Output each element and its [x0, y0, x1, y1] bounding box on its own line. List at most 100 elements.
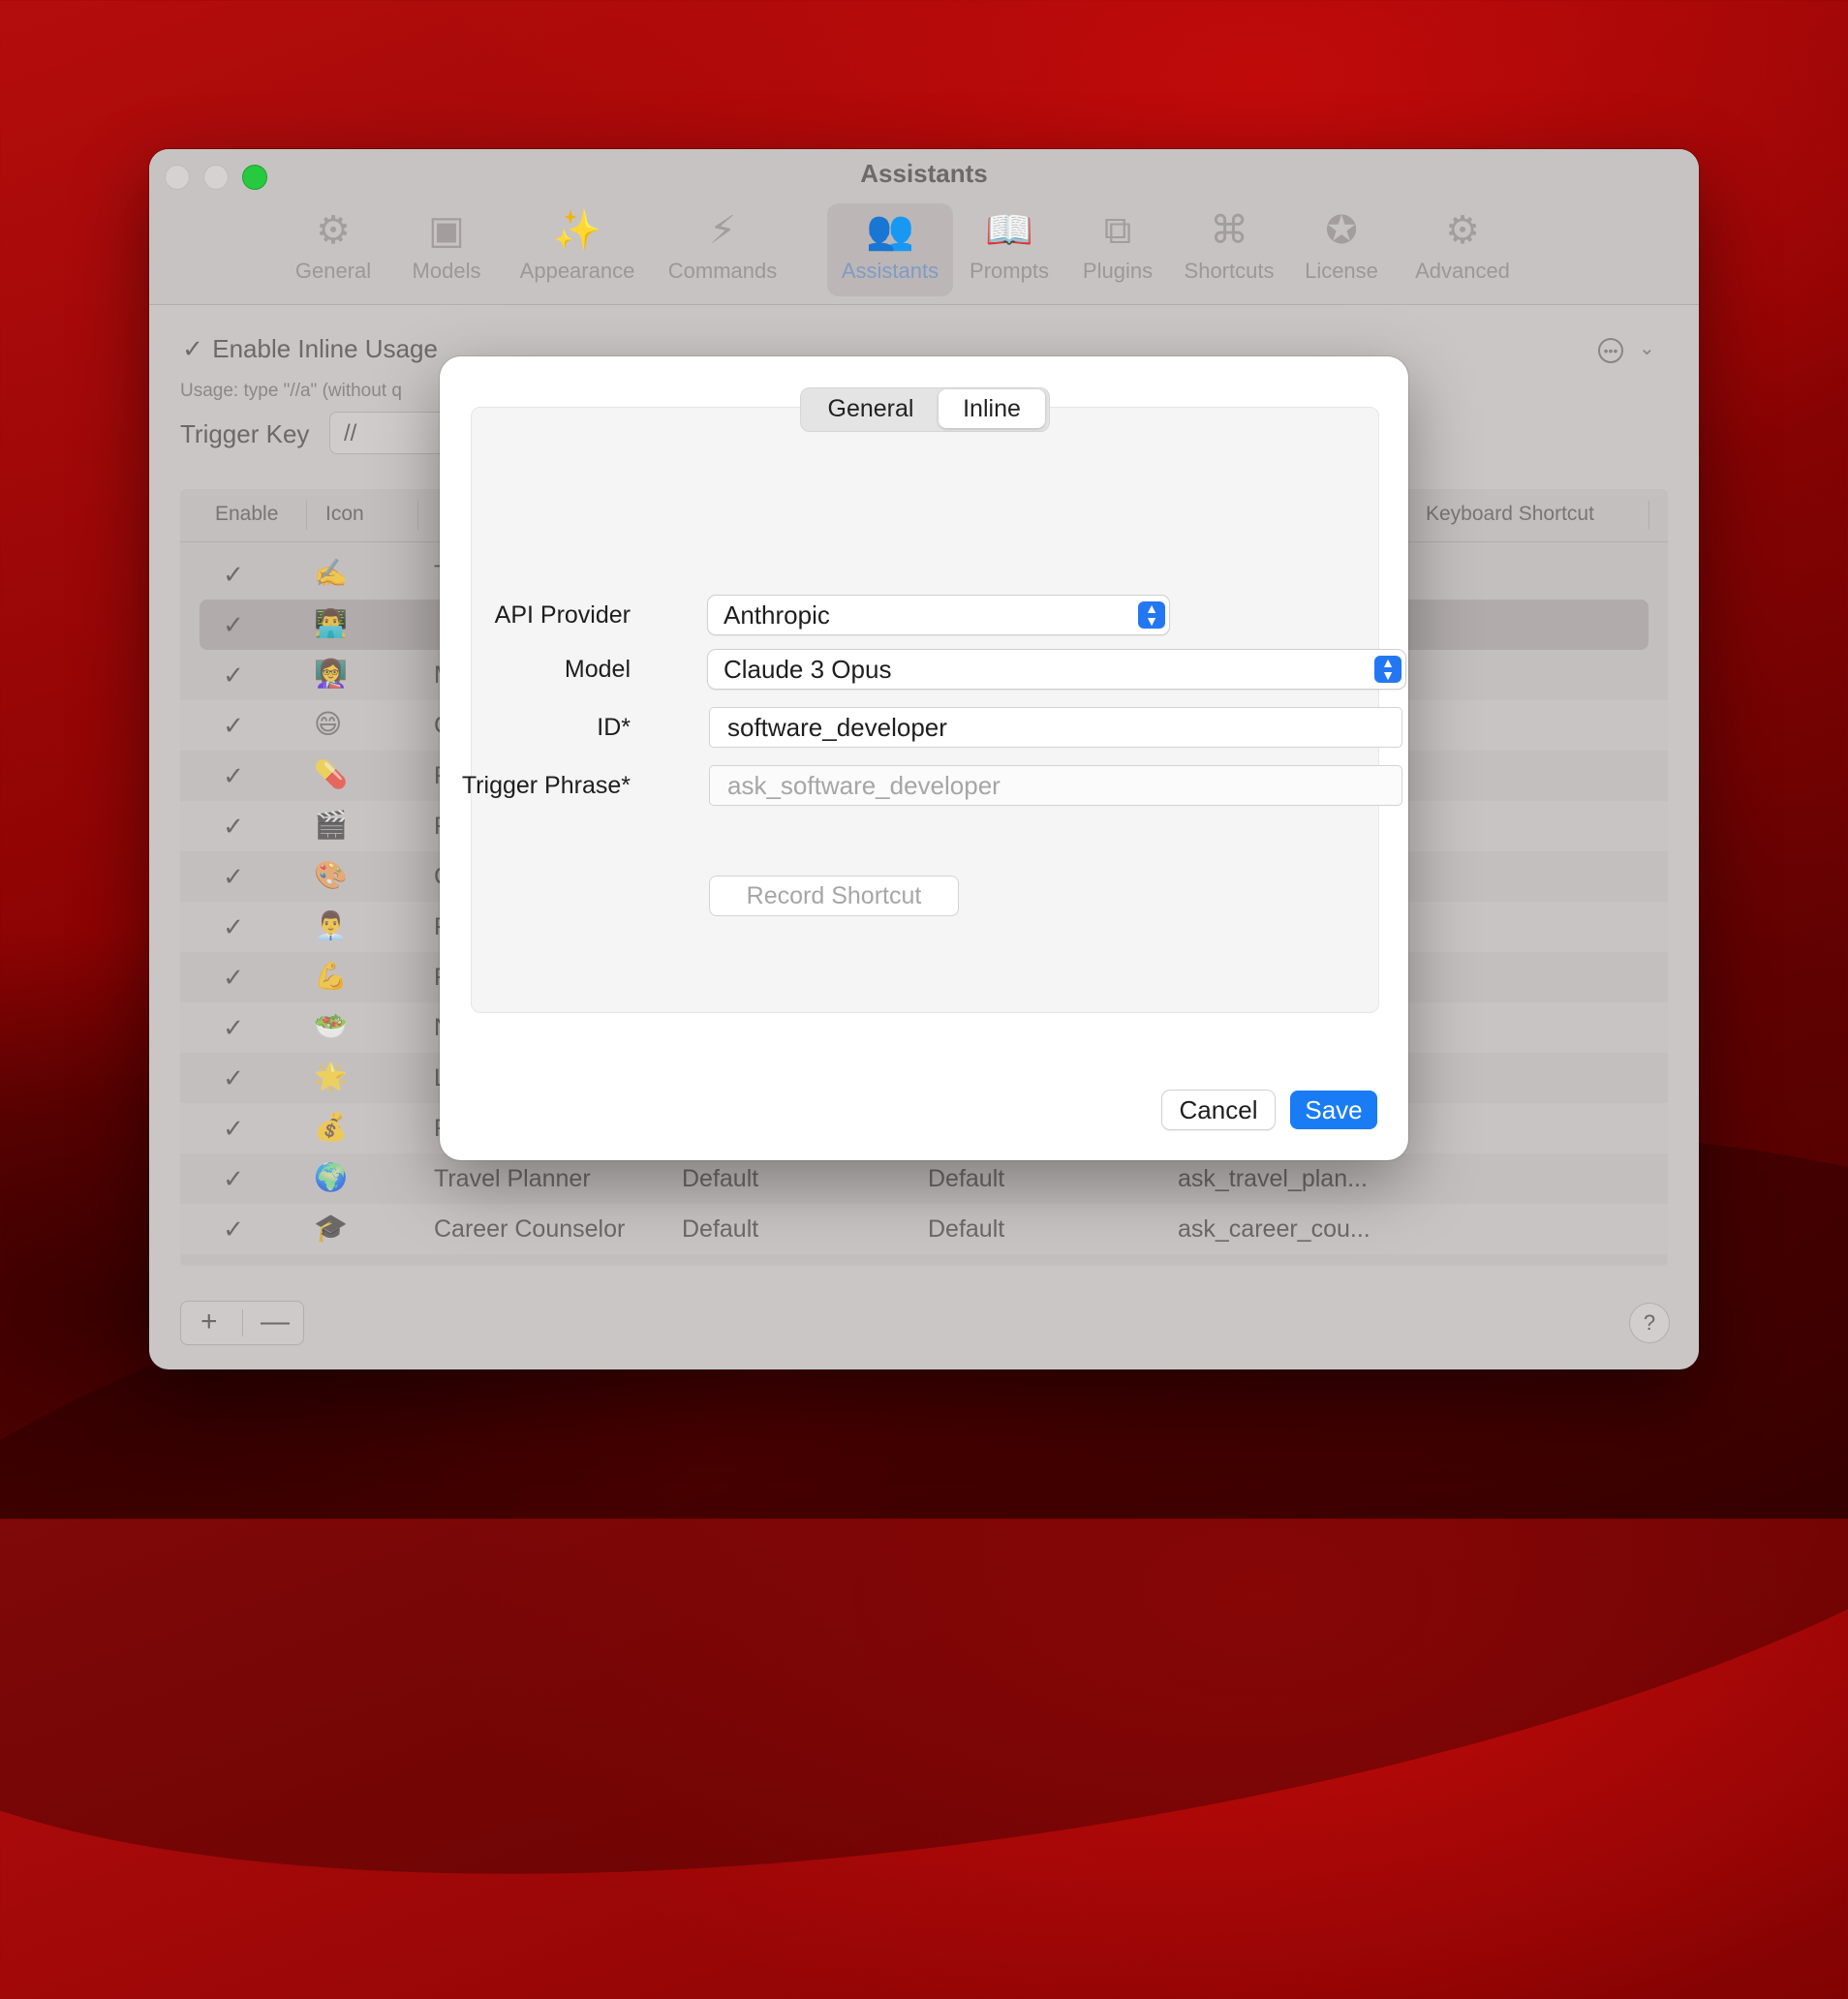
id-field[interactable]: software_developer — [710, 708, 1401, 747]
enable-checkbox[interactable]: ✓ — [221, 612, 246, 637]
enable-inline-usage-row[interactable]: ✓ Enable Inline Usage — [180, 334, 438, 364]
tab-label: Plugins — [1082, 259, 1154, 283]
tab-advanced[interactable]: ⚙ Advanced — [1404, 203, 1521, 296]
model-cell: Default — [928, 1215, 1005, 1243]
table-row[interactable]: ✓ 🎓 Career Counselor Default Default ask_care… — [180, 1204, 1668, 1254]
chevron-down-icon[interactable]: ⌄ — [1639, 336, 1655, 360]
book-icon: 📖 — [985, 209, 1033, 252]
api-provider-popup[interactable]: Anthropic ▲ ▼ — [708, 596, 1169, 634]
provider-cell: Default — [682, 1215, 759, 1243]
column-divider — [306, 501, 307, 530]
column-divider — [417, 501, 418, 530]
tab-shortcuts[interactable]: ⌘ Shortcuts — [1176, 203, 1282, 296]
assistant-icon: 🌍 — [314, 1162, 348, 1192]
save-button[interactable]: Save — [1290, 1091, 1377, 1129]
tab-assistants[interactable]: 👥 Assistants — [827, 203, 953, 296]
column-divider — [1648, 501, 1649, 530]
assistant-icon: ✍️ — [314, 558, 348, 588]
enable-checkbox[interactable]: ✓ — [221, 1166, 246, 1191]
usage-hint: Usage: type "//a" (without q — [180, 381, 402, 401]
enable-checkbox[interactable]: ✓ — [221, 1116, 246, 1141]
help-button[interactable]: ? — [1629, 1303, 1670, 1343]
add-assistant-button[interactable]: + — [200, 1306, 218, 1338]
tab-license[interactable]: ✪ License — [1298, 203, 1385, 296]
updown-arrows-icon: ▲ ▼ — [1138, 601, 1165, 629]
record-shortcut-button[interactable]: Record Shortcut — [710, 876, 958, 915]
tab-label: General — [294, 259, 372, 283]
puzzle-icon: ⧉ — [1103, 209, 1132, 252]
assistant-icon: 🎨 — [314, 860, 348, 890]
api-provider-label: API Provider — [494, 601, 631, 629]
assistant-icon: 👨‍💼 — [314, 910, 348, 940]
checkmark-icon[interactable]: ✓ — [180, 336, 205, 361]
tab-label: Models — [412, 259, 481, 283]
tab-appearance[interactable]: ✨ Appearance — [509, 203, 645, 296]
tab-general[interactable]: ⚙ General — [285, 203, 382, 296]
control-divider — [242, 1309, 243, 1337]
enable-checkbox[interactable]: ✓ — [221, 713, 246, 738]
enable-checkbox[interactable]: ✓ — [221, 662, 246, 688]
enable-checkbox[interactable]: ✓ — [221, 864, 246, 889]
model-label: Model — [564, 656, 631, 683]
edit-assistant-dialog: API Provider Anthropic ▲ ▼ Model Claude 3… — [440, 356, 1408, 1160]
enable-checkbox[interactable]: ✓ — [221, 1065, 246, 1091]
people-icon: 👥 — [866, 209, 914, 252]
assistant-icon: 💪 — [314, 961, 348, 991]
tab-plugins[interactable]: ⧉ Plugins — [1077, 203, 1158, 296]
enable-checkbox[interactable]: ✓ — [221, 814, 246, 839]
trigger-key-popup[interactable]: // — [329, 412, 446, 454]
assistant-icon: 🎬 — [314, 810, 348, 840]
gear-icon: ⚙ — [316, 209, 351, 252]
tab-label: Assistants — [841, 259, 939, 283]
dialog-tab-general[interactable]: General — [805, 388, 937, 431]
chip-icon: ▣ — [428, 209, 465, 252]
enable-checkbox[interactable]: ✓ — [221, 562, 246, 587]
assistant-icon: 💊 — [314, 759, 348, 789]
bolt-icon: ⚡ — [708, 209, 737, 252]
enable-checkbox[interactable]: ✓ — [221, 914, 246, 939]
trigger-phrase-cell: ask_career_cou... — [1178, 1215, 1371, 1243]
header-keyboard-shortcut[interactable]: Keyboard Shortcut — [1426, 503, 1594, 526]
trigger-phrase-cell: ask_travel_plan... — [1178, 1165, 1368, 1192]
tab-label: Prompts — [970, 259, 1049, 283]
assistant-icon: 👨‍💻 — [314, 608, 348, 638]
tab-label: Advanced — [1415, 259, 1510, 283]
assistant-icon: 💰 — [314, 1112, 348, 1142]
trigger-phrase-label: Trigger Phrase* — [461, 772, 631, 799]
tab-label: License — [1305, 259, 1378, 283]
assistant-name-cell: Career Counselor — [434, 1215, 626, 1243]
gears-icon: ⚙ — [1445, 209, 1480, 252]
enable-checkbox[interactable]: ✓ — [221, 965, 246, 990]
model-cell: Default — [928, 1165, 1005, 1192]
model-value: Claude 3 Opus — [724, 655, 892, 684]
enable-checkbox[interactable]: ✓ — [221, 763, 246, 788]
dialog-tab-control: General Inline — [800, 387, 1050, 432]
enable-checkbox[interactable]: ✓ — [221, 1216, 246, 1242]
assistant-icon: 👩‍🏫 — [314, 659, 348, 689]
tab-label: Commands — [667, 259, 778, 283]
titlebar: Assistants ⚙ General ▣ Models ✨ Appearan… — [149, 149, 1699, 305]
assistant-icon: 😄 — [314, 709, 343, 739]
assistant-icon: 🌟 — [314, 1061, 348, 1092]
tab-commands[interactable]: ⚡ Commands — [655, 203, 790, 296]
enable-inline-usage-label: Enable Inline Usage — [212, 334, 438, 363]
model-popup[interactable]: Claude 3 Opus ▲ ▼ — [708, 650, 1405, 689]
dialog-tab-inline[interactable]: Inline — [939, 389, 1045, 428]
table-row[interactable]: ✓ 🌍 Travel Planner Default Default ask_travel… — [180, 1153, 1668, 1204]
tab-label: Appearance — [519, 259, 635, 283]
header-enable[interactable]: Enable — [215, 503, 278, 526]
tab-models[interactable]: ▣ Models — [403, 203, 490, 296]
trigger-phrase-field[interactable]: ask_software_developer — [710, 766, 1401, 805]
add-remove-control: + — — [180, 1301, 304, 1345]
tab-label: Shortcuts — [1184, 259, 1275, 283]
id-label: ID* — [597, 714, 631, 741]
tab-prompts[interactable]: 📖 Prompts — [961, 203, 1058, 296]
magic-wand-icon: ✨ — [553, 209, 601, 252]
api-provider-value: Anthropic — [724, 600, 830, 630]
cancel-button[interactable]: Cancel — [1162, 1091, 1275, 1129]
header-icon[interactable]: Icon — [325, 503, 364, 526]
remove-assistant-button[interactable]: — — [261, 1306, 290, 1338]
window-title: Assistants — [860, 159, 988, 188]
more-options-icon[interactable]: ••• — [1598, 338, 1623, 363]
enable-checkbox[interactable]: ✓ — [221, 1015, 246, 1040]
